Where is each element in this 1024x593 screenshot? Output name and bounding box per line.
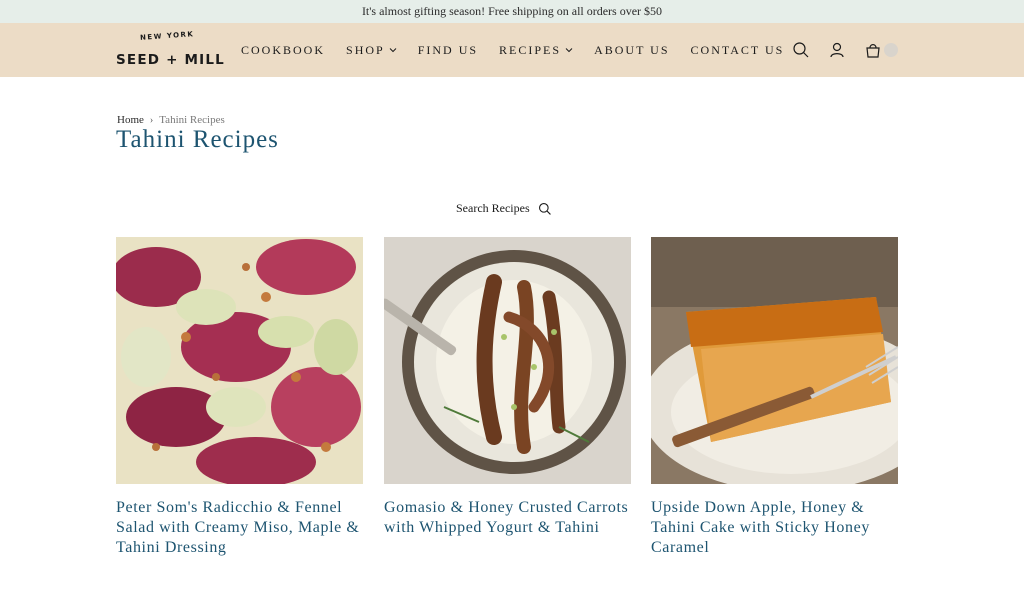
nav-shop-label: SHOP (346, 42, 385, 57)
nav-about-us[interactable]: ABOUT US (594, 43, 669, 58)
nav-recipes[interactable]: RECIPES (499, 43, 573, 58)
nav-about-us-label: ABOUT US (594, 42, 670, 57)
recipe-title[interactable]: Peter Som's Radicchio & Fennel Salad wit… (116, 498, 363, 558)
page-title: Tahini Recipes (116, 126, 279, 153)
breadcrumb: Home › Tahini Recipes (117, 114, 225, 126)
recipe-image-honey-carrots[interactable] (384, 237, 631, 484)
site-header: NEW YORK SEED + MILL COOKBOOK SHOP FIND … (0, 23, 1024, 77)
search-icon (538, 202, 551, 215)
search-recipes-button[interactable]: Search Recipes (456, 201, 552, 216)
recipe-title[interactable]: Upside Down Apple, Honey & Tahini Cake w… (651, 498, 898, 558)
site-logo[interactable]: NEW YORK SEED + MILL (116, 30, 224, 70)
chevron-down-icon (389, 48, 397, 53)
cart-icon (866, 44, 880, 58)
recipe-card[interactable]: Peter Som's Radicchio & Fennel Salad wit… (116, 237, 363, 558)
nav-cookbook-label: COOKBOOK (241, 42, 326, 57)
nav-contact-us-label: CONTACT US (690, 42, 785, 57)
recipe-title[interactable]: Gomasio & Honey Crusted Carrots with Whi… (384, 498, 631, 538)
recipe-card[interactable]: Upside Down Apple, Honey & Tahini Cake w… (651, 237, 898, 558)
logo-wordmark: SEED + MILL (116, 52, 225, 68)
cart-count-badge (884, 43, 898, 57)
header-icons (792, 23, 898, 77)
recipe-card[interactable]: Gomasio & Honey Crusted Carrots with Whi… (384, 237, 631, 538)
chevron-down-icon (565, 48, 573, 53)
nav-shop[interactable]: SHOP (346, 43, 397, 58)
nav-contact-us[interactable]: CONTACT US (691, 43, 785, 58)
recipe-image-apple-cake[interactable] (651, 237, 898, 484)
breadcrumb-home[interactable]: Home (117, 114, 144, 126)
logo-subtitle: NEW YORK (139, 30, 195, 42)
account-icon[interactable] (828, 41, 846, 59)
nav-find-us-label: FIND US (417, 42, 479, 57)
recipe-image-radicchio-salad[interactable] (116, 237, 363, 484)
cart-button[interactable] (864, 41, 898, 59)
announcement-text: It's almost gifting season! Free shippin… (361, 4, 663, 18)
breadcrumb-current: Tahini Recipes (159, 114, 225, 126)
nav-find-us[interactable]: FIND US (418, 43, 478, 58)
announcement-bar: It's almost gifting season! Free shippin… (0, 0, 1024, 23)
main-nav: COOKBOOK SHOP FIND US RECIPES ABOUT US C… (241, 23, 805, 77)
nav-recipes-label: RECIPES (499, 42, 562, 57)
nav-cookbook[interactable]: COOKBOOK (241, 43, 325, 58)
search-icon[interactable] (792, 41, 810, 59)
search-recipes-label: Search Recipes (456, 201, 530, 215)
chevron-right-icon: › (149, 114, 154, 126)
